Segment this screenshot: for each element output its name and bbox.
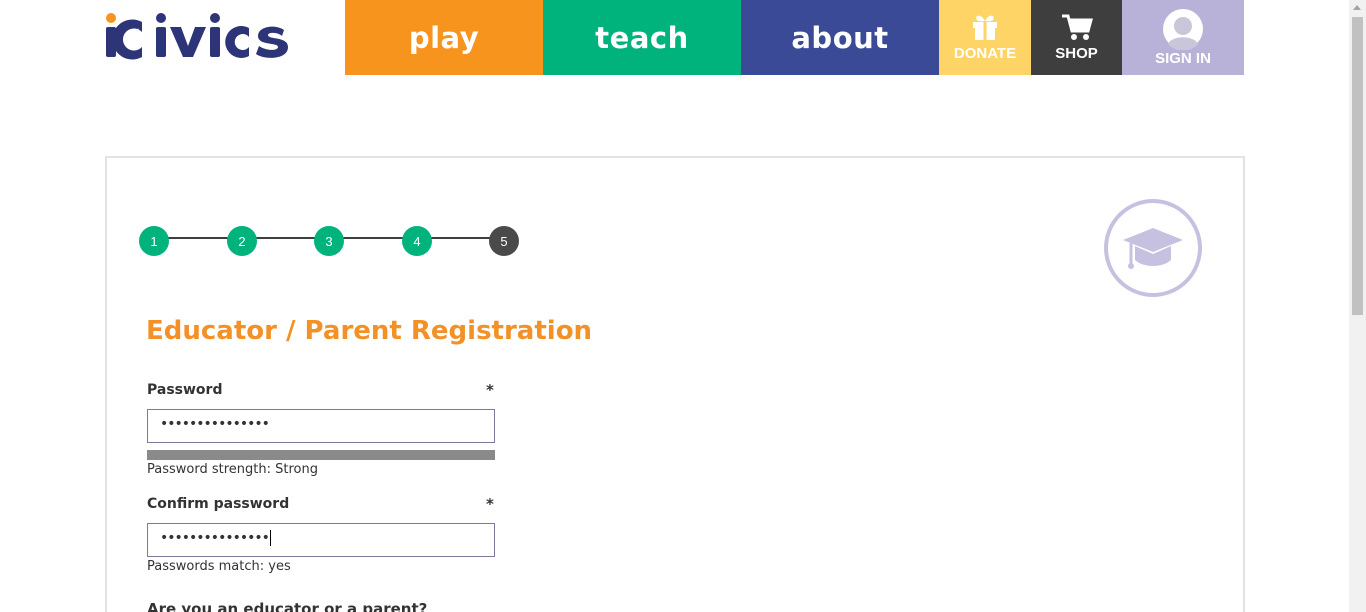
password-label: Password [147,382,223,398]
step-indicator: 1 2 3 4 5 [139,226,521,256]
gift-icon [973,15,997,40]
nav-sign-in[interactable]: SIGN IN [1122,0,1244,75]
page-scrollbar[interactable] [1349,0,1366,612]
nav-sign-in-label: SIGN IN [1155,50,1211,67]
user-avatar-icon [1163,9,1203,50]
icivics-logo[interactable] [104,12,294,60]
password-required-mark: * [486,381,494,399]
nav-donate-label: DONATE [953,45,1017,62]
password-strength-text: Password strength: Strong [147,462,318,477]
step-3: 3 [314,226,344,256]
nav-shop-label: SHOP [1055,45,1098,62]
step-2: 2 [227,226,257,256]
nav-about-label: about [791,20,889,55]
nav-teach-label: teach [595,20,689,55]
page-title: Educator / Parent Registration [146,316,593,346]
password-strength-fill [147,450,495,460]
step-1: 1 [139,226,169,256]
step-5: 5 [489,226,519,256]
nav-about[interactable]: about [741,0,939,75]
nav-play-label: play [408,20,480,55]
step-4: 4 [402,226,432,256]
logo-star-icon [127,28,149,49]
password-strength-bar [147,450,495,460]
nav-donate[interactable]: DONATE [939,0,1031,75]
nav-play[interactable]: play [345,0,543,75]
scroll-up-arrow-icon[interactable] [1353,5,1361,10]
confirm-password-required-mark: * [486,495,494,513]
role-question-label: Are you an educator or a parent? [147,600,428,612]
password-match-text: Passwords match: yes [147,559,291,574]
nav-shop[interactable]: SHOP [1031,0,1122,75]
scrollbar-thumb[interactable] [1352,17,1363,315]
password-input-value: ••••••••••••••• [160,416,270,432]
nav-teach[interactable]: teach [543,0,741,75]
cart-icon [1061,14,1093,40]
graduation-cap-icon [1104,199,1202,297]
password-input[interactable]: ••••••••••••••• [147,409,495,443]
confirm-password-label: Confirm password [147,496,290,512]
confirm-password-input[interactable]: ••••••••••••••• [147,523,495,557]
confirm-password-input-value: ••••••••••••••• [160,530,270,546]
text-caret [269,530,271,546]
